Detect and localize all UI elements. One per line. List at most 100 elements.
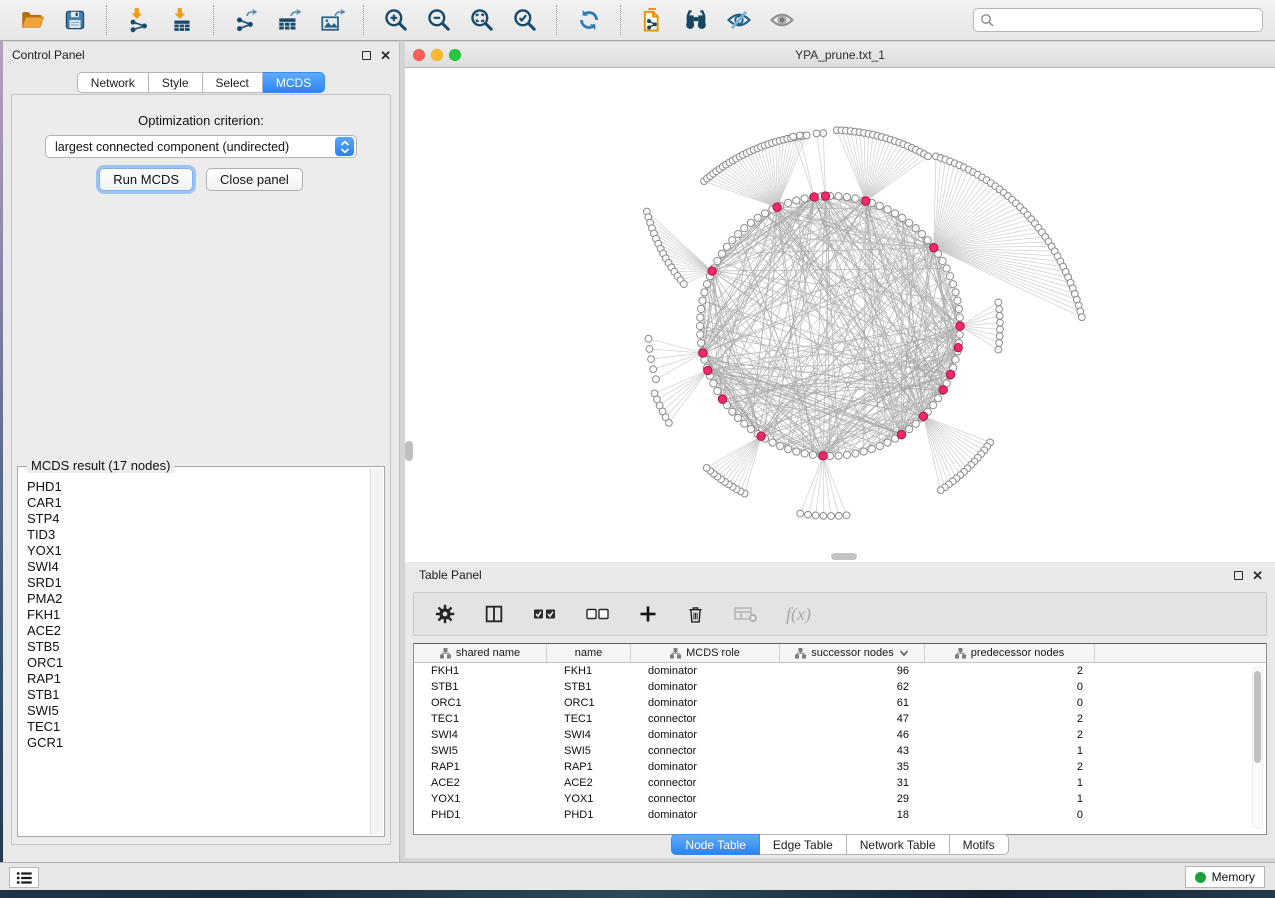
zoom-in-button[interactable] bbox=[374, 3, 417, 37]
table-cell[interactable]: 35 bbox=[780, 759, 925, 775]
table-cell[interactable]: dominator bbox=[631, 727, 780, 743]
table-cell[interactable]: dominator bbox=[631, 663, 780, 679]
table-cell[interactable]: 62 bbox=[780, 679, 925, 695]
mcds-result-item[interactable]: ACE2 bbox=[19, 623, 370, 639]
tab-network[interactable]: Network bbox=[77, 72, 149, 93]
mcds-result-item[interactable]: PMA2 bbox=[19, 591, 370, 607]
table-cell[interactable]: 47 bbox=[780, 711, 925, 727]
table-cell[interactable]: STB1 bbox=[547, 679, 631, 695]
table-cell[interactable]: 0 bbox=[925, 695, 1095, 711]
table-cell[interactable]: 29 bbox=[780, 791, 925, 807]
search-input[interactable] bbox=[973, 8, 1263, 32]
column-header-MCDS-role[interactable]: MCDS role bbox=[631, 644, 780, 662]
mcds-result-item[interactable]: SRD1 bbox=[19, 575, 370, 591]
search-network-button[interactable] bbox=[674, 3, 717, 37]
open-session-button[interactable] bbox=[10, 3, 53, 37]
table-cell[interactable]: TEC1 bbox=[414, 711, 547, 727]
table-cell[interactable]: 2 bbox=[925, 727, 1095, 743]
criterion-select[interactable]: largest connected component (undirected) bbox=[45, 135, 357, 158]
table-cell[interactable]: 0 bbox=[925, 807, 1095, 823]
show-columns-button[interactable] bbox=[483, 603, 505, 625]
mcds-result-item[interactable]: CAR1 bbox=[19, 495, 370, 511]
table-cell[interactable]: dominator bbox=[631, 759, 780, 775]
table-cell[interactable]: 96 bbox=[780, 663, 925, 679]
table-cell[interactable]: 2 bbox=[925, 711, 1095, 727]
table-cell[interactable]: 1 bbox=[925, 775, 1095, 791]
import-table-button[interactable] bbox=[160, 3, 203, 37]
mcds-result-item[interactable]: STB1 bbox=[19, 687, 370, 703]
save-session-button[interactable] bbox=[53, 3, 96, 37]
mcds-result-item[interactable]: TID3 bbox=[19, 527, 370, 543]
tab-style[interactable]: Style bbox=[149, 72, 203, 93]
table-cell[interactable]: 2 bbox=[925, 759, 1095, 775]
memory-button[interactable]: Memory bbox=[1185, 866, 1265, 888]
mcds-result-item[interactable]: SWI4 bbox=[19, 559, 370, 575]
tab-edge-table[interactable]: Edge Table bbox=[760, 834, 847, 855]
table-cell[interactable]: 0 bbox=[925, 679, 1095, 695]
table-cell[interactable]: 46 bbox=[780, 727, 925, 743]
mcds-result-item[interactable]: ORC1 bbox=[19, 655, 370, 671]
zoom-out-button[interactable] bbox=[417, 3, 460, 37]
tab-mcds[interactable]: MCDS bbox=[263, 72, 325, 93]
tab-node-table[interactable]: Node Table bbox=[671, 834, 760, 855]
table-row[interactable]: FKH1FKH1dominator962 bbox=[414, 663, 1266, 679]
table-cell[interactable]: connector bbox=[631, 775, 780, 791]
close-panel-button[interactable]: Close panel bbox=[206, 168, 303, 191]
table-cell[interactable]: dominator bbox=[631, 679, 780, 695]
show-graphics-details-button[interactable] bbox=[760, 3, 803, 37]
mcds-result-item[interactable]: SWI5 bbox=[19, 703, 370, 719]
float-table-panel-icon[interactable] bbox=[1234, 571, 1243, 580]
table-cell[interactable]: 2 bbox=[925, 663, 1095, 679]
mcds-result-item[interactable]: YOX1 bbox=[19, 543, 370, 559]
mcds-result-item[interactable]: FKH1 bbox=[19, 607, 370, 623]
tab-motifs[interactable]: Motifs bbox=[950, 834, 1009, 855]
table-cell[interactable]: 1 bbox=[925, 743, 1095, 759]
network-horizontal-scrollbar-thumb[interactable] bbox=[831, 553, 857, 560]
table-settings-button[interactable] bbox=[434, 603, 456, 625]
table-cell[interactable]: RAP1 bbox=[414, 759, 547, 775]
mcds-result-item[interactable]: STB5 bbox=[19, 639, 370, 655]
column-header-predecessor-nodes[interactable]: predecessor nodes bbox=[925, 644, 1095, 662]
import-network-button[interactable] bbox=[117, 3, 160, 37]
close-panel-icon[interactable]: ✕ bbox=[380, 49, 391, 62]
mcds-result-item[interactable]: TEC1 bbox=[19, 719, 370, 735]
table-row[interactable]: YOX1YOX1connector291 bbox=[414, 791, 1266, 807]
table-cell[interactable]: YOX1 bbox=[414, 791, 547, 807]
export-image-button[interactable] bbox=[310, 3, 353, 37]
table-scrollbar[interactable] bbox=[1252, 666, 1263, 829]
select-all-button[interactable] bbox=[532, 604, 558, 624]
column-header-successor-nodes[interactable]: successor nodes bbox=[780, 644, 925, 662]
hide-graphics-details-button[interactable] bbox=[717, 3, 760, 37]
table-cell[interactable]: RAP1 bbox=[547, 759, 631, 775]
mcds-result-item[interactable]: RAP1 bbox=[19, 671, 370, 687]
delete-column-button[interactable] bbox=[685, 604, 706, 625]
table-row[interactable]: SWI5SWI5connector431 bbox=[414, 743, 1266, 759]
tab-select[interactable]: Select bbox=[203, 72, 263, 93]
refresh-button[interactable] bbox=[567, 3, 610, 37]
table-cell[interactable]: FKH1 bbox=[547, 663, 631, 679]
table-row[interactable]: PHD1PHD1dominator180 bbox=[414, 807, 1266, 823]
zoom-fit-button[interactable] bbox=[460, 3, 503, 37]
table-cell[interactable]: 61 bbox=[780, 695, 925, 711]
run-mcds-button[interactable]: Run MCDS bbox=[99, 168, 193, 191]
table-cell[interactable]: 31 bbox=[780, 775, 925, 791]
table-cell[interactable]: ORC1 bbox=[547, 695, 631, 711]
export-table-button[interactable] bbox=[267, 3, 310, 37]
panel-menu-button[interactable] bbox=[9, 867, 39, 888]
table-row[interactable]: STB1STB1dominator620 bbox=[414, 679, 1266, 695]
table-cell[interactable]: connector bbox=[631, 711, 780, 727]
table-row[interactable]: ORC1ORC1dominator610 bbox=[414, 695, 1266, 711]
table-cell[interactable]: STB1 bbox=[414, 679, 547, 695]
table-cell[interactable]: SWI5 bbox=[414, 743, 547, 759]
tab-network-table[interactable]: Network Table bbox=[847, 834, 950, 855]
float-panel-icon[interactable] bbox=[362, 51, 371, 60]
mcds-result-item[interactable]: STP4 bbox=[19, 511, 370, 527]
share-document-button[interactable] bbox=[631, 3, 674, 37]
table-cell[interactable]: SWI4 bbox=[414, 727, 547, 743]
table-cell[interactable]: 43 bbox=[780, 743, 925, 759]
table-cell[interactable]: ACE2 bbox=[547, 775, 631, 791]
table-cell[interactable]: connector bbox=[631, 743, 780, 759]
column-header-shared-name[interactable]: shared name bbox=[414, 644, 547, 662]
table-cell[interactable]: dominator bbox=[631, 695, 780, 711]
table-cell[interactable]: 18 bbox=[780, 807, 925, 823]
